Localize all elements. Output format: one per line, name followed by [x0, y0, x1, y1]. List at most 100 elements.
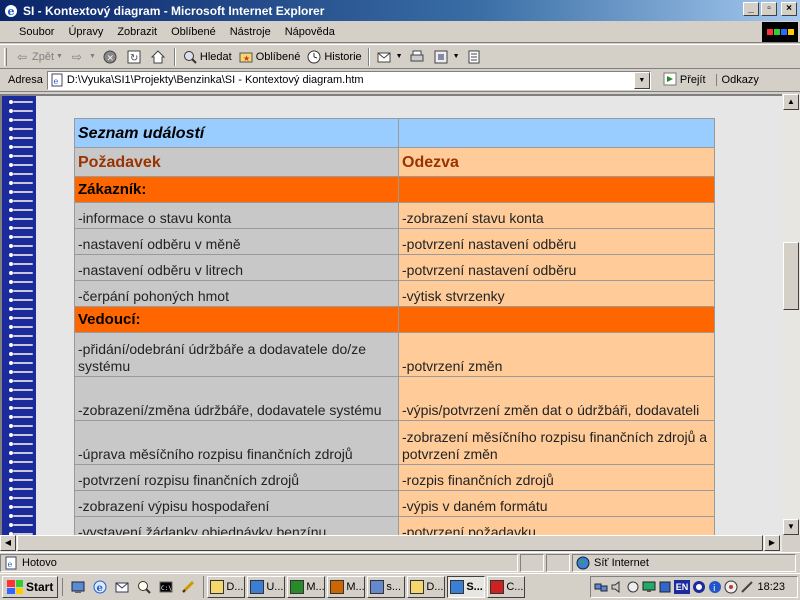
- spiral-ring: [4, 271, 34, 275]
- search-button[interactable]: Hledat: [179, 46, 235, 68]
- go-button[interactable]: Přejít: [659, 72, 710, 89]
- network-icon[interactable]: [594, 580, 608, 594]
- horizontal-scroll-thumb[interactable]: [17, 535, 763, 551]
- status-zone: Síť Internet: [594, 557, 649, 569]
- document-icon: [466, 49, 482, 65]
- tray-app-icon[interactable]: [658, 580, 672, 594]
- spiral-ring: [4, 334, 34, 338]
- tray-app-icon[interactable]: [740, 580, 754, 594]
- section-row: Vedoucí:: [74, 306, 715, 333]
- scroll-left-button[interactable]: ◀: [0, 535, 16, 551]
- spiral-ring: [4, 289, 34, 293]
- toolbar-grip[interactable]: [4, 47, 7, 66]
- taskbar-task-button[interactable]: M...: [327, 576, 366, 598]
- scroll-right-button[interactable]: ▶: [764, 535, 780, 551]
- menu-zobrazit[interactable]: Zobrazit: [110, 26, 164, 38]
- language-indicator[interactable]: EN: [674, 580, 690, 594]
- title-bar[interactable]: e SI - Kontextový diagram - Microsoft In…: [0, 0, 800, 21]
- edit-button[interactable]: ▼: [430, 46, 463, 68]
- back-button[interactable]: ⇦ Zpět ▼: [11, 46, 66, 68]
- tray-app-icon[interactable]: i: [708, 580, 722, 594]
- response-cell: -výtisk stvrzenky: [398, 280, 715, 307]
- internet-explorer-icon[interactable]: e: [91, 578, 109, 596]
- volume-icon[interactable]: [610, 580, 624, 594]
- task-app-icon: [370, 580, 385, 594]
- spiral-ring: [4, 190, 34, 194]
- spiral-ring: [4, 145, 34, 149]
- toolbar-separator: [173, 47, 176, 66]
- taskbar-task-button[interactable]: U...: [247, 576, 286, 598]
- mail-button[interactable]: ▼: [373, 46, 406, 68]
- scroll-down-button[interactable]: ▼: [783, 519, 799, 535]
- spiral-ring: [4, 478, 34, 482]
- tray-app-icon[interactable]: [724, 580, 738, 594]
- table-row: -přidání/odebrání údržbáře a dodavatele …: [74, 332, 715, 377]
- start-button[interactable]: Start: [2, 576, 59, 598]
- tray-app-icon[interactable]: [692, 580, 706, 594]
- links-button[interactable]: Odkazy: [715, 74, 759, 86]
- spiral-ring: [4, 244, 34, 248]
- print-button[interactable]: [406, 46, 430, 68]
- menu-soubor[interactable]: Soubor: [12, 26, 61, 38]
- menu-upravy[interactable]: Úpravy: [61, 26, 110, 38]
- favorites-button[interactable]: ★ Oblíbené: [235, 46, 304, 68]
- chevron-down-icon[interactable]: ▼: [56, 53, 63, 60]
- task-app-icon: [250, 580, 265, 594]
- address-dropdown-button[interactable]: ▼: [633, 71, 650, 89]
- close-button[interactable]: ×: [781, 2, 797, 16]
- chevron-down-icon[interactable]: ▼: [453, 53, 460, 60]
- history-icon: [306, 49, 322, 65]
- spiral-ring: [4, 154, 34, 158]
- response-cell: -potvrzení změn: [398, 332, 715, 377]
- spiral-ring: [4, 424, 34, 428]
- refresh-button[interactable]: ↻: [123, 46, 147, 68]
- outlook-express-icon[interactable]: [113, 578, 131, 596]
- taskbar-task-button[interactable]: D...: [407, 576, 446, 598]
- address-label: Adresa: [8, 74, 43, 86]
- pen-icon[interactable]: [179, 578, 197, 596]
- horizontal-scrollbar[interactable]: ◀ ▶: [0, 535, 782, 552]
- vertical-scroll-thumb[interactable]: [783, 242, 799, 310]
- minimize-button[interactable]: _: [743, 2, 759, 16]
- chevron-down-icon[interactable]: ▼: [396, 53, 403, 60]
- section-name: Vedoucí:: [74, 306, 399, 333]
- stop-button[interactable]: ×: [99, 46, 123, 68]
- clock[interactable]: 18:23: [757, 581, 785, 593]
- address-input[interactable]: e D:\Vyuka\SI1\Projekty\Benzinka\SI - Ko…: [46, 70, 651, 90]
- command-prompt-icon[interactable]: C:\: [157, 578, 175, 596]
- taskbar-task-button[interactable]: s...: [367, 576, 406, 598]
- menu-oblibene[interactable]: Oblíbené: [164, 26, 223, 38]
- home-button[interactable]: [147, 46, 171, 68]
- desktop-icon[interactable]: [69, 578, 87, 596]
- tray-app-icon[interactable]: [626, 580, 640, 594]
- chevron-down-icon[interactable]: ▼: [89, 53, 96, 60]
- menu-nastroje[interactable]: Nástroje: [223, 26, 278, 38]
- response-cell: -rozpis finančních zdrojů: [398, 464, 715, 491]
- spiral-ring: [4, 181, 34, 185]
- forward-button[interactable]: ⇨ ▼: [66, 46, 99, 68]
- spiral-ring: [4, 406, 34, 410]
- spiral-ring: [4, 397, 34, 401]
- menu-napoveda[interactable]: Nápověda: [278, 26, 342, 38]
- history-button[interactable]: Historie: [303, 46, 364, 68]
- display-settings-icon[interactable]: [642, 580, 656, 594]
- scroll-up-button[interactable]: ▲: [783, 94, 799, 110]
- taskbar-task-button[interactable]: S...: [447, 576, 486, 598]
- taskbar-task-button[interactable]: D...: [207, 576, 246, 598]
- maximize-button[interactable]: ▫: [761, 2, 777, 16]
- taskbar-task-button[interactable]: M...: [287, 576, 326, 598]
- spiral-ring: [4, 415, 34, 419]
- taskbar-task-button[interactable]: C...: [487, 576, 526, 598]
- table-title-row: Seznam událostí: [74, 118, 715, 148]
- search-files-icon[interactable]: [135, 578, 153, 596]
- discuss-button[interactable]: [463, 46, 487, 68]
- spiral-ring: [4, 505, 34, 509]
- spiral-ring: [4, 127, 34, 131]
- spiral-ring: [4, 280, 34, 284]
- back-arrow-icon: ⇦: [16, 49, 28, 64]
- spiral-ring: [4, 370, 34, 374]
- scrollbar-corner: [782, 535, 800, 552]
- spiral-ring: [4, 307, 34, 311]
- vertical-scrollbar[interactable]: ▲ ▼: [782, 94, 800, 535]
- home-icon: [150, 49, 166, 65]
